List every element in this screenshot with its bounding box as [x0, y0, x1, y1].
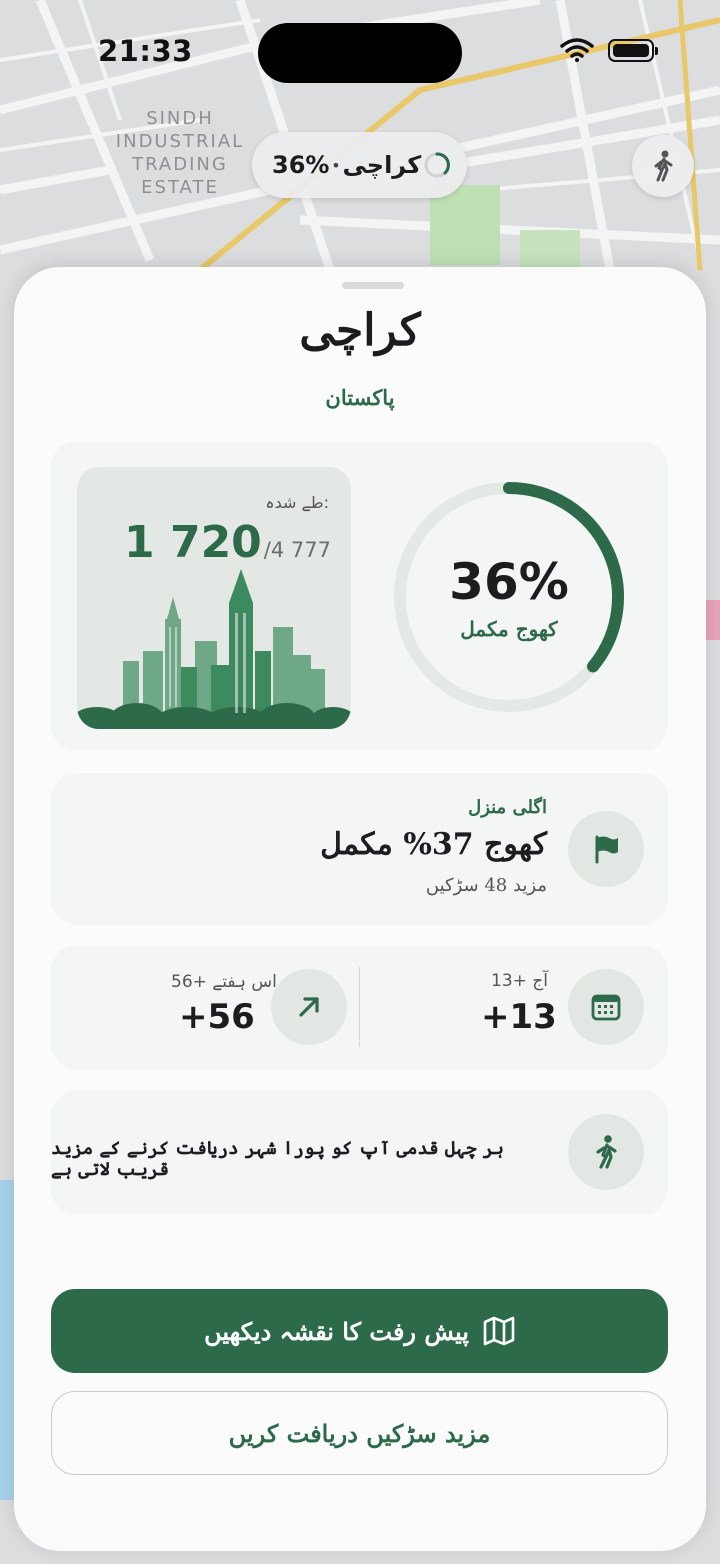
walk-mode-button[interactable] — [632, 135, 694, 197]
next-goal-text: کھوج 37% مکمل — [320, 827, 547, 862]
trend-arrow-icon — [299, 997, 319, 1017]
view-progress-map-label: پیش رفت کا نقشہ دیکھیں — [204, 1316, 469, 1346]
next-goal-more: مزید 48 سڑکیں — [425, 875, 547, 896]
next-goal-label: اگلی منزل — [468, 797, 547, 818]
walk-icon — [596, 1135, 617, 1169]
sheet-grabber[interactable] — [342, 282, 404, 289]
stats-card: اس ہفتے +56 +56 آج +13 +13 — [51, 945, 668, 1070]
motto-text: ہر چہل قدمی آپ کو پورا شہر دریافت کرنے ک… — [51, 1138, 504, 1180]
today-value: +13 — [481, 997, 557, 1037]
walk-icon — [654, 150, 673, 182]
done-count-row: 1 720 /4 777 — [124, 517, 331, 568]
country-subtitle: پاکستان — [325, 385, 395, 410]
ring-caption: کھوج مکمل — [460, 617, 558, 641]
explore-more-streets-label: مزید سڑکیں دریافت کریں — [228, 1418, 491, 1448]
flag-badge — [568, 811, 644, 887]
city-title: کراچی — [299, 305, 421, 356]
next-goal-card[interactable]: اگلی منزل کھوج 37% مکمل مزید 48 سڑکیں — [51, 773, 668, 925]
calendar-icon — [591, 994, 621, 1021]
calendar-badge — [568, 969, 644, 1045]
done-count: 1 720 — [124, 517, 262, 568]
week-label: اس ہفتے +56 — [171, 972, 277, 992]
progress-pill[interactable]: 36% • کراچی — [252, 132, 467, 198]
flag-icon — [595, 835, 618, 864]
view-progress-map-button[interactable]: پیش رفت کا نقشہ دیکھیں — [51, 1289, 668, 1373]
loading-spinner-icon — [424, 152, 450, 178]
summary-card: طے شدہ: 1 720 /4 777 36% کھوج مکمل — [51, 441, 668, 751]
week-value: +56 — [179, 997, 255, 1037]
ring-percent: 36% — [449, 553, 569, 611]
map-icon — [483, 1316, 515, 1346]
walk-badge — [568, 1114, 644, 1190]
motto-card: ہر چہل قدمی آپ کو پورا شہر دریافت کرنے ک… — [51, 1090, 668, 1215]
today-label: آج +13 — [491, 971, 548, 991]
status-time: 21:33 — [98, 34, 193, 68]
city-progress-sheet: کراچی پاکستان طے شدہ: 1 720 /4 777 36% ک… — [14, 267, 706, 1551]
dynamic-island — [258, 23, 462, 83]
pill-city: کراچی — [342, 151, 422, 179]
wifi-icon — [560, 38, 594, 62]
pill-percent: 36% — [272, 151, 330, 179]
done-total: /4 777 — [263, 538, 331, 562]
battery-icon — [608, 38, 658, 62]
done-label: طے شدہ: — [265, 493, 329, 512]
week-trend-badge — [271, 969, 347, 1045]
pill-separator: • — [331, 155, 341, 175]
stats-divider — [359, 967, 360, 1047]
map-area-label: SINDH INDUSTRIAL TRADING ESTATE — [115, 108, 245, 198]
explore-more-streets-button[interactable]: مزید سڑکیں دریافت کریں — [51, 1391, 668, 1475]
status-icons — [560, 38, 658, 62]
city-skyline-illustration — [77, 569, 351, 729]
streets-done-box: طے شدہ: 1 720 /4 777 — [77, 467, 351, 729]
status-bar: 21:33 — [0, 0, 720, 100]
